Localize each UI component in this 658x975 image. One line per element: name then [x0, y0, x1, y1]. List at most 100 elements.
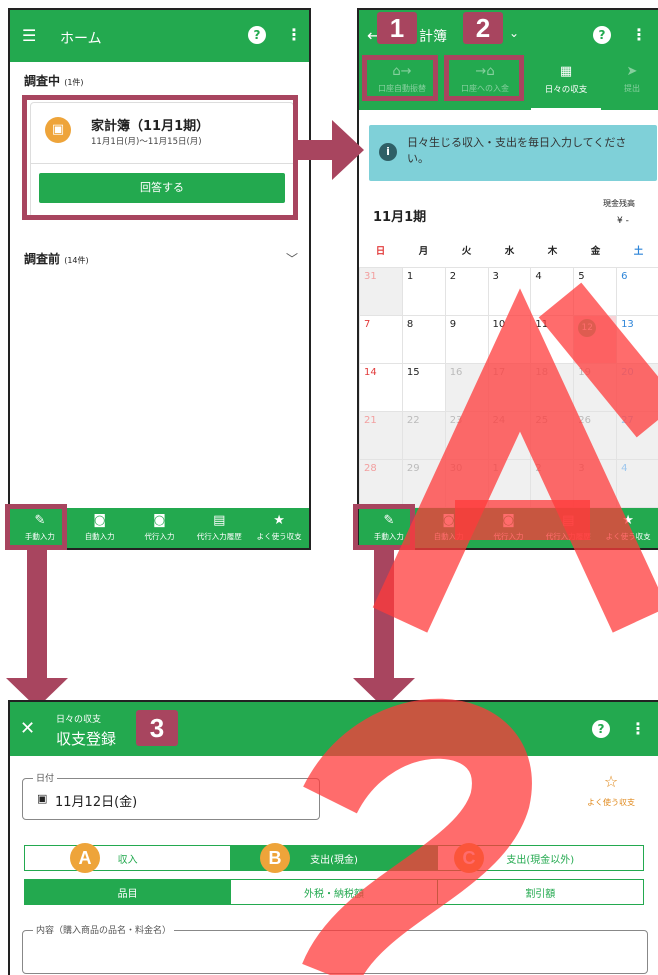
weekday: 日	[375, 246, 386, 257]
tab-label: 自動入力	[84, 532, 115, 541]
chevron-down-icon[interactable]: ﹀	[286, 250, 298, 267]
tab-tax[interactable]: 外税・納税額	[231, 880, 438, 904]
calendar-icon: ▣	[37, 792, 48, 805]
tab-proxy-history[interactable]: ▤ 代行入力履歴	[538, 508, 598, 548]
weekday: 水	[504, 246, 515, 257]
calendar-icon: ▦	[559, 64, 573, 79]
calendar-day[interactable]: 2	[530, 459, 575, 508]
calendar-week: 21 22 23 24 25 26 27	[359, 411, 658, 460]
screen-title: 収支登録	[56, 730, 117, 748]
date-field[interactable]: 日付 ▣ 11月12日(金)	[22, 771, 320, 820]
tab-income[interactable]: 収入	[25, 846, 232, 870]
more-vert-icon[interactable]: ⋮	[631, 25, 647, 44]
more-vert-icon[interactable]: ⋮	[630, 719, 646, 738]
tab-proxy-history[interactable]: ▤ 代行入力履歴	[189, 508, 249, 548]
favorite-button[interactable]: ☆ よく使う収支	[578, 772, 644, 808]
calendar-day[interactable]: 31	[359, 267, 403, 316]
circle-a: A	[70, 843, 100, 873]
circle-c: C	[454, 843, 484, 873]
balance-label: 現金残高	[603, 199, 635, 208]
tab-label: 代行入力	[493, 532, 524, 541]
calendar-day[interactable]: 30	[444, 459, 489, 508]
weekday: 火	[461, 246, 472, 257]
star-icon: ★	[622, 513, 634, 528]
tab-auto[interactable]: ◙ 自動入力	[70, 508, 130, 548]
calendar-day[interactable]: 3	[573, 459, 618, 508]
help-icon[interactable]: ?	[248, 26, 266, 44]
calendar-day[interactable]: 7	[359, 315, 403, 364]
calendar-day[interactable]: 14	[359, 363, 403, 412]
calendar-day[interactable]: 4	[530, 267, 575, 316]
calendar-day[interactable]: 6	[616, 267, 658, 316]
arrow-down-left	[6, 548, 68, 708]
calendar-day[interactable]: 8	[401, 315, 446, 364]
calendar-day[interactable]: 13	[616, 315, 658, 364]
tab-favorites[interactable]: ★ よく使う収支	[249, 508, 309, 548]
calendar-day[interactable]: 2	[444, 267, 489, 316]
favorite-label: よく使う収支	[587, 798, 635, 807]
more-vert-icon[interactable]: ⋮	[286, 25, 302, 44]
date-value: 11月12日(金)	[55, 795, 138, 810]
tab-favorites[interactable]: ★ よく使う収支	[598, 508, 658, 548]
calendar-day[interactable]: 10	[487, 315, 532, 364]
tab-auto[interactable]: ◙ 自動入力	[419, 508, 479, 548]
section-active-label: 調査中	[24, 74, 61, 88]
calendar-day[interactable]: 26	[573, 411, 618, 460]
calendar-day[interactable]: 27	[616, 411, 658, 460]
calendar-day[interactable]: 1	[487, 459, 532, 508]
info-text: 日々生じる収入・支出を毎日入力してください。	[407, 136, 627, 165]
content-field[interactable]: 内容（購入商品の品名・料金名）	[22, 923, 648, 974]
calendar-day[interactable]: 17	[487, 363, 532, 412]
calendar-day[interactable]: 22	[401, 411, 446, 460]
calendar-day[interactable]: 20	[616, 363, 658, 412]
calendar-day[interactable]: 11	[530, 315, 575, 364]
tab-discount[interactable]: 割引額	[438, 880, 643, 904]
calendar-day[interactable]: 25	[530, 411, 575, 460]
calendar-day[interactable]: 5	[573, 267, 618, 316]
calendar-week: 7 8 9 10 11 12 13	[359, 315, 658, 364]
entry-screen: ✕ 日々の収支 収支登録 ? ⋮ 日付 ▣ 11月12日(金) ☆ よく使う収支…	[8, 700, 658, 975]
section-pending[interactable]: 調査前 (14件)	[24, 250, 89, 267]
badge-1: 1	[377, 12, 417, 44]
type-tabs: 収入 支出(現金) 支出(現金以外)	[24, 845, 644, 871]
calendar-day[interactable]: 18	[530, 363, 575, 412]
calendar-day[interactable]: 29	[401, 459, 446, 508]
calendar-day[interactable]: 19	[573, 363, 618, 412]
period-label: 11月1期	[373, 210, 427, 225]
tab-label: 自動入力	[433, 532, 464, 541]
tab-daily[interactable]: ▦ 日々の収支	[531, 64, 601, 110]
tab-label: 代行入力履歴	[196, 532, 242, 541]
calendar-day[interactable]: 4	[616, 459, 658, 508]
weekday-row: 日 月 火 水 木 金 土	[359, 243, 658, 257]
list-icon: ▤	[213, 513, 226, 528]
help-icon[interactable]: ?	[593, 26, 611, 44]
circle-b: B	[260, 843, 290, 873]
tab-proxy[interactable]: ◙ 代行入力	[130, 508, 190, 548]
menu-icon[interactable]: ☰	[22, 28, 36, 44]
calendar-day[interactable]: 15	[401, 363, 446, 412]
item-tabs: 品目 外税・納税額 割引額	[24, 879, 644, 905]
calendar-day[interactable]: 28	[359, 459, 403, 508]
date-label: 日付	[33, 771, 58, 784]
calendar-day[interactable]: 3	[487, 267, 532, 316]
tab-proxy[interactable]: ◙ 代行入力	[479, 508, 539, 548]
calendar-day[interactable]: 21	[359, 411, 403, 460]
calendar-day[interactable]: 1	[401, 267, 446, 316]
card-highlight	[22, 95, 298, 220]
chevron-down-icon[interactable]: ⌄	[509, 26, 519, 40]
today-marker: 12	[578, 319, 597, 337]
tab-item[interactable]: 品目	[25, 880, 232, 904]
star-outline-icon: ☆	[603, 772, 619, 791]
close-icon[interactable]: ✕	[20, 718, 35, 739]
help-icon[interactable]: ?	[592, 720, 610, 738]
tab-label: 代行入力	[144, 532, 175, 541]
calendar-day[interactable]: 12	[573, 315, 618, 364]
calendar-day[interactable]: 24	[487, 411, 532, 460]
section-active: 調査中 (1件)	[24, 72, 84, 89]
calendar-day[interactable]: 23	[444, 411, 489, 460]
tab-submit[interactable]: ➤ 提出	[607, 64, 657, 94]
manual-tab-highlight	[5, 504, 67, 550]
tab-label: よく使う収支	[605, 532, 651, 541]
calendar-day[interactable]: 9	[444, 315, 489, 364]
calendar-day[interactable]: 16	[444, 363, 489, 412]
